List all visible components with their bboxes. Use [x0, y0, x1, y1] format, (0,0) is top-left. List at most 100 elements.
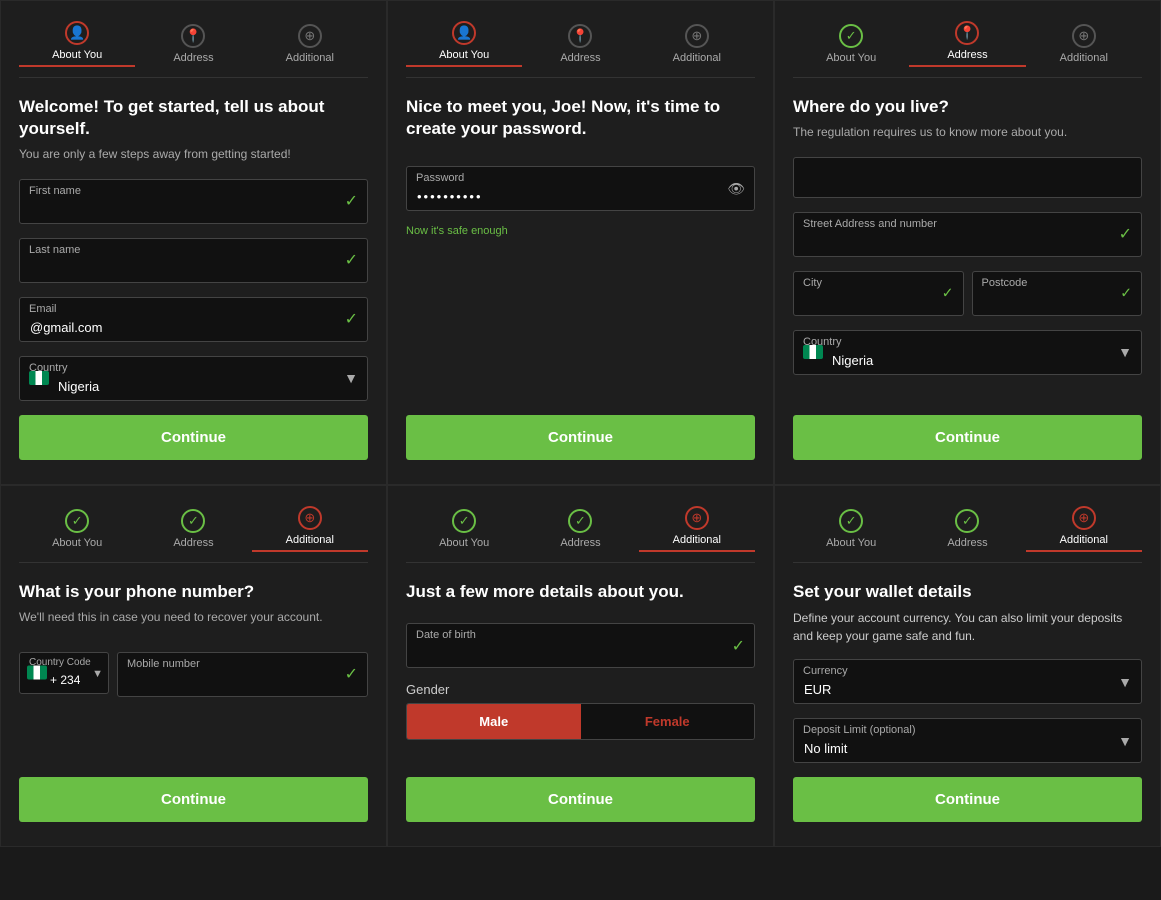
step-icon-check4b: ✓	[181, 509, 205, 533]
step-additional-3[interactable]: ⊕ Additional	[1026, 24, 1142, 64]
step-address-4[interactable]: ✓ Address	[135, 509, 251, 549]
last-name-check-icon: ✓	[345, 250, 358, 270]
address-top-input[interactable]	[793, 157, 1142, 198]
step-additional-4[interactable]: ⊕ Additional	[252, 506, 368, 552]
step-address-3[interactable]: 📍 Address	[909, 21, 1025, 67]
password-input[interactable]	[406, 166, 755, 211]
password-hint: Now it's safe enough	[406, 225, 755, 237]
step-address-5[interactable]: ✓ Address	[522, 509, 638, 549]
step-additional-6[interactable]: ⊕ Additional	[1026, 506, 1142, 552]
panel-address: ✓ About You 📍 Address ⊕ Additional Where…	[774, 0, 1161, 485]
first-name-input[interactable]	[19, 179, 368, 224]
city-group: City ✓	[793, 271, 964, 316]
step-icon-loc1: 📍	[181, 24, 205, 48]
step-icon-loc3: 📍	[955, 21, 979, 45]
city-select[interactable]	[793, 271, 964, 316]
street-address-group: Street Address and number ✓	[793, 212, 1142, 257]
step-icon-person2: 👤	[452, 21, 476, 45]
email-input[interactable]	[19, 297, 368, 342]
step-label-addr4: Address	[173, 537, 213, 549]
gender-toggle: Male Female	[406, 703, 755, 740]
phone-flag-icon	[27, 666, 47, 683]
panel-details: ✓ About You ✓ Address ⊕ Additional Just …	[387, 485, 774, 847]
step-label-add4: Additional	[286, 534, 334, 546]
dob-input[interactable]	[406, 623, 755, 668]
step-about-3[interactable]: ✓ About You	[793, 24, 909, 64]
last-name-input[interactable]	[19, 238, 368, 283]
continue-button-2[interactable]: Continue	[406, 415, 755, 460]
email-check-icon: ✓	[345, 309, 358, 329]
stepper-6: ✓ About You ✓ Address ⊕ Additional	[793, 506, 1142, 563]
step-address-2[interactable]: 📍 Address	[522, 24, 638, 64]
step-label-add6: Additional	[1060, 534, 1108, 546]
country-group: Country Nigeria ▼	[19, 356, 368, 401]
continue-button-6[interactable]: Continue	[793, 777, 1142, 822]
step-label-about: About You	[52, 49, 102, 61]
step-icon-check3a: ✓	[839, 24, 863, 48]
first-name-group: First name ✓	[19, 179, 368, 224]
step-icon-person: 👤	[65, 21, 89, 45]
step-label-about2: About You	[439, 49, 489, 61]
gender-label: Gender	[406, 682, 755, 697]
stepper-3: ✓ About You 📍 Address ⊕ Additional	[793, 21, 1142, 78]
step-icon-check5b: ✓	[568, 509, 592, 533]
step-additional-1[interactable]: ⊕ Additional	[252, 24, 368, 64]
step-icon-plus4: ⊕	[298, 506, 322, 530]
step-label-addr5: Address	[560, 537, 600, 549]
step-icon-plus1: ⊕	[298, 24, 322, 48]
step-icon-check6b: ✓	[955, 509, 979, 533]
step-label-add3: Additional	[1060, 52, 1108, 64]
phone-row: Country Code ▼ Mobile number ✓	[19, 652, 368, 697]
step-icon-plus5: ⊕	[685, 506, 709, 530]
continue-button-1[interactable]: Continue	[19, 415, 368, 460]
currency-group: Currency EUR USD GBP NGN ▼	[793, 659, 1142, 704]
step-label-add5: Additional	[673, 534, 721, 546]
step-additional-2[interactable]: ⊕ Additional	[639, 24, 755, 64]
country-addr-select[interactable]: Nigeria	[793, 330, 1142, 375]
eye-icon[interactable]: 👁	[727, 180, 745, 197]
panel-subtitle-address: The regulation requires us to know more …	[793, 124, 1142, 141]
country-addr-group: Country Nigeria ▼	[793, 330, 1142, 375]
mobile-group: Mobile number ✓	[117, 652, 368, 697]
stepper-2: 👤 About You 📍 Address ⊕ Additional	[406, 21, 755, 78]
panel-title-about: Welcome! To get started, tell us about y…	[19, 96, 368, 140]
currency-select[interactable]: EUR USD GBP NGN	[793, 659, 1142, 704]
step-about-4[interactable]: ✓ About You	[19, 509, 135, 549]
continue-button-4[interactable]: Continue	[19, 777, 368, 822]
step-address-6[interactable]: ✓ Address	[909, 509, 1025, 549]
step-about-2[interactable]: 👤 About You	[406, 21, 522, 67]
step-about-5[interactable]: ✓ About You	[406, 509, 522, 549]
gender-female-button[interactable]: Female	[581, 704, 755, 739]
step-about-you-1[interactable]: 👤 About You	[19, 21, 135, 67]
postcode-select[interactable]	[972, 271, 1143, 316]
panel-password: 👤 About You 📍 Address ⊕ Additional Nice …	[387, 0, 774, 485]
continue-button-5[interactable]: Continue	[406, 777, 755, 822]
gender-male-button[interactable]: Male	[407, 704, 581, 739]
mobile-input[interactable]	[117, 652, 368, 697]
continue-button-3[interactable]: Continue	[793, 415, 1142, 460]
step-additional-5[interactable]: ⊕ Additional	[639, 506, 755, 552]
mobile-check-icon: ✓	[345, 664, 358, 684]
panel-subtitle-wallet: Define your account currency. You can al…	[793, 609, 1142, 645]
country-select[interactable]: Nigeria	[19, 356, 368, 401]
step-label-about6: About You	[826, 537, 876, 549]
step-icon-check4a: ✓	[65, 509, 89, 533]
phone-code-group: Country Code ▼	[19, 652, 109, 697]
panel-wallet: ✓ About You ✓ Address ⊕ Additional Set y…	[774, 485, 1161, 847]
step-icon-loc2: 📍	[568, 24, 592, 48]
step-label-addr2: Address	[560, 52, 600, 64]
stepper-5: ✓ About You ✓ Address ⊕ Additional	[406, 506, 755, 563]
step-icon-plus6: ⊕	[1072, 506, 1096, 530]
step-label-about3: About You	[826, 52, 876, 64]
password-group: Password 👁	[406, 166, 755, 211]
email-group: Email ✓	[19, 297, 368, 342]
deposit-select[interactable]: No limit 100 200 500 1000	[793, 718, 1142, 763]
first-name-check-icon: ✓	[345, 191, 358, 211]
address-top-group	[793, 157, 1142, 198]
last-name-group: Last name ✓	[19, 238, 368, 283]
street-input[interactable]	[793, 212, 1142, 257]
step-about-6[interactable]: ✓ About You	[793, 509, 909, 549]
step-address-1[interactable]: 📍 Address	[135, 24, 251, 64]
panel-title-password: Nice to meet you, Joe! Now, it's time to…	[406, 96, 755, 140]
dob-group: Date of birth ✓	[406, 623, 755, 668]
